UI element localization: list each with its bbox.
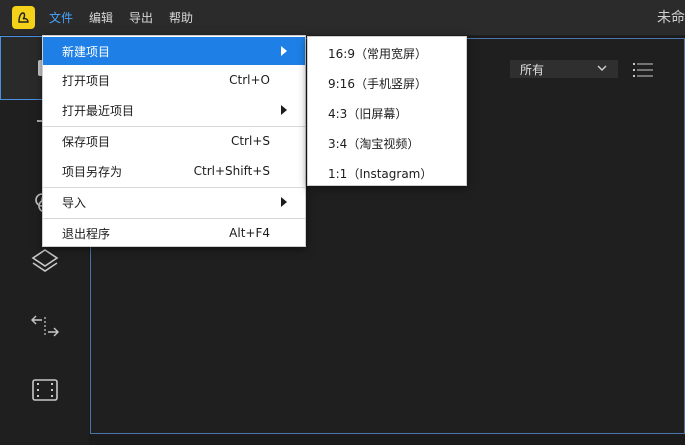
transition-icon xyxy=(30,315,59,337)
menu-item-new-project[interactable]: 新建项目 xyxy=(43,37,305,65)
aspect-1-1-item[interactable]: 1:1（Instagram） xyxy=(328,165,432,182)
aspect-4-3-item[interactable]: 4:3（旧屏幕） xyxy=(328,105,407,122)
sidebar-transitions-button[interactable] xyxy=(0,294,89,358)
submenu-arrow-icon xyxy=(281,197,287,207)
filter-select-value: 所有 xyxy=(520,62,545,77)
menu-export[interactable]: 导出 xyxy=(129,9,153,26)
sidebar-media-button[interactable] xyxy=(0,358,89,422)
aspect-9-16-item[interactable]: 9:16（手机竖屏） xyxy=(328,75,427,92)
menu-item-shortcut: Ctrl+O xyxy=(229,73,270,87)
logo-icon xyxy=(18,12,29,23)
file-menu-dropdown: 新建项目 打开项目 Ctrl+O 打开最近项目 保存项目 Ctrl+S 项目另存… xyxy=(42,35,306,247)
menu-help[interactable]: 帮助 xyxy=(169,9,193,26)
aspect-16-9-item[interactable]: 16:9（常用宽屏） xyxy=(328,45,427,62)
chevron-down-icon xyxy=(597,65,607,71)
menu-item-open-project[interactable]: 打开项目 Ctrl+O xyxy=(43,66,305,94)
submenu-arrow-icon xyxy=(281,46,287,56)
menu-item-label: 保存项目 xyxy=(62,134,111,149)
menu-item-open-recent[interactable]: 打开最近项目 xyxy=(43,96,305,124)
menu-bar: 文件 编辑 导出 帮助 未命 xyxy=(0,0,685,36)
menu-item-shortcut: Ctrl+S xyxy=(230,134,270,148)
menu-file[interactable]: 文件 xyxy=(49,9,73,26)
menu-item-import[interactable]: 导入 xyxy=(43,188,305,216)
menu-item-shortcut: Alt+F4 xyxy=(229,226,270,240)
filter-select[interactable]: 所有 xyxy=(510,60,618,78)
menu-item-label: 打开最近项目 xyxy=(62,103,135,118)
menu-item-save-as[interactable]: 项目另存为 Ctrl+Shift+S xyxy=(43,157,305,185)
list-view-icon[interactable] xyxy=(632,61,654,79)
aspect-3-4-item[interactable]: 3:4（淘宝视频） xyxy=(328,135,419,152)
menu-item-label: 导入 xyxy=(62,195,87,210)
menu-item-label: 项目另存为 xyxy=(62,164,123,179)
app-logo xyxy=(12,6,35,29)
menu-item-exit[interactable]: 退出程序 Alt+F4 xyxy=(43,219,305,247)
new-project-submenu: 16:9（常用宽屏） 9:16（手机竖屏） 4:3（旧屏幕） 3:4（淘宝视频）… xyxy=(307,36,467,186)
window-title: 未命 xyxy=(657,10,685,26)
menu-item-label: 打开项目 xyxy=(62,73,111,88)
menu-edit[interactable]: 编辑 xyxy=(89,9,113,26)
menu-item-shortcut: Ctrl+Shift+S xyxy=(193,164,270,178)
layers-icon xyxy=(31,249,58,272)
submenu-arrow-icon xyxy=(281,105,287,115)
menu-item-label: 退出程序 xyxy=(62,226,111,241)
film-icon xyxy=(31,379,58,401)
menu-item-save-project[interactable]: 保存项目 Ctrl+S xyxy=(43,127,305,155)
menu-item-label: 新建项目 xyxy=(62,44,111,59)
